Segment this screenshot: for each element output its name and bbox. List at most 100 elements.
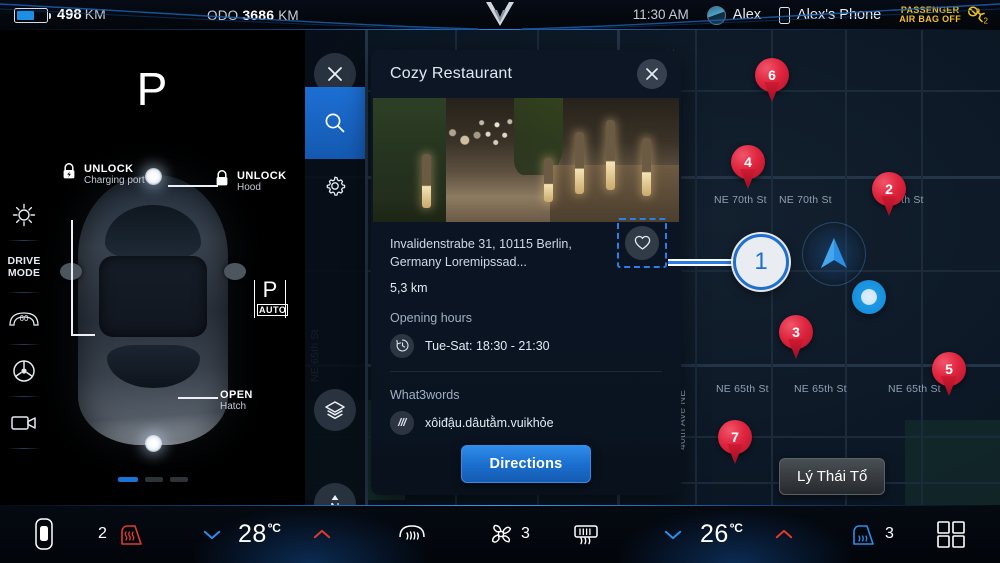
map-pin[interactable]: 6 bbox=[755, 58, 789, 103]
rear-defrost-button[interactable] bbox=[396, 521, 428, 547]
car-icon bbox=[35, 518, 53, 550]
right-temp-value: 26 bbox=[700, 519, 729, 548]
fan-speed-value: 3 bbox=[521, 525, 530, 542]
camera-icon bbox=[11, 416, 36, 430]
place-detail-card: Cozy Restaurant Invalidenstrabe 31, 1011… bbox=[371, 50, 681, 495]
page-dot-3[interactable] bbox=[169, 477, 188, 482]
climate-bar: 2 28ºC 3 26ºC 3 bbox=[0, 505, 1000, 563]
close-icon bbox=[646, 68, 658, 80]
map-pin[interactable]: 3 bbox=[779, 315, 813, 360]
fan-speed-button[interactable]: 3 bbox=[487, 521, 530, 547]
rear-light-indicator bbox=[144, 435, 162, 452]
clock-history-icon-wrap bbox=[390, 333, 414, 358]
odo-label: ODO bbox=[207, 8, 239, 23]
right-temperature[interactable]: 26ºC bbox=[700, 520, 743, 549]
seat-vent-icon bbox=[853, 525, 874, 545]
nav-settings-button[interactable] bbox=[314, 165, 356, 207]
map-pin[interactable]: 2 bbox=[872, 172, 906, 217]
opening-hours-label: Opening hours bbox=[390, 310, 473, 325]
status-hatch: OPEN Hatch bbox=[220, 389, 253, 413]
charging-port-label: Charging port bbox=[84, 175, 145, 187]
speed-limit-value: 60 bbox=[20, 314, 29, 323]
w3w-value: xôiđậu.dâutằm.vuikhỏe bbox=[425, 415, 554, 430]
clock-history-icon bbox=[395, 339, 409, 352]
airbag-off-icon: 2 bbox=[967, 6, 989, 25]
destination-marker[interactable] bbox=[852, 280, 886, 314]
street-label: NE 70th St bbox=[714, 194, 767, 206]
map-pin[interactable]: 7 bbox=[718, 420, 752, 465]
chevron-down-icon bbox=[664, 530, 682, 539]
search-icon bbox=[325, 113, 345, 133]
vehicle-function-rail: DRIVE MODE 60 bbox=[0, 30, 48, 505]
status-hood: UNLOCK Hood bbox=[215, 170, 286, 194]
park-auto-badge: P AUTO bbox=[254, 279, 289, 318]
avatar bbox=[706, 5, 726, 25]
directions-button[interactable]: Directions bbox=[460, 445, 592, 483]
odometer: ODO 3686 KM bbox=[207, 7, 299, 23]
clock-time: 11:30 bbox=[632, 7, 666, 22]
charging-port-state: UNLOCK bbox=[84, 163, 134, 175]
rail-item-speed-limit[interactable]: 60 bbox=[0, 294, 48, 345]
drive-mode-label: DRIVE MODE bbox=[7, 255, 41, 279]
right-temp-up-button[interactable] bbox=[775, 529, 793, 540]
passenger-seat-vent-button[interactable]: 3 bbox=[845, 520, 894, 548]
page-dot-2[interactable] bbox=[144, 477, 163, 482]
user-profile[interactable]: Alex bbox=[706, 5, 761, 25]
odo-value: 3686 bbox=[242, 7, 275, 23]
rail-item-camera[interactable] bbox=[0, 398, 48, 449]
left-temp-down-button[interactable] bbox=[203, 529, 221, 540]
airbag-line2: AIR BAG OFF bbox=[899, 14, 961, 24]
left-temp-unit: ºC bbox=[267, 521, 281, 536]
card-header: Cozy Restaurant bbox=[371, 50, 681, 98]
speed-limit-icon: 60 bbox=[9, 312, 39, 326]
card-close-button[interactable] bbox=[637, 59, 667, 89]
front-defrost-button[interactable] bbox=[570, 521, 602, 547]
street-label: NE 65th St bbox=[794, 383, 847, 395]
mirror-right-icon bbox=[224, 263, 246, 280]
range-value: 498 bbox=[57, 7, 82, 23]
nav-layers-button[interactable] bbox=[314, 389, 356, 431]
range-unit: KM bbox=[84, 6, 106, 22]
favorite-button[interactable] bbox=[625, 226, 659, 260]
map-road bbox=[365, 30, 368, 505]
vehicle-position-marker bbox=[802, 222, 866, 286]
chevron-down-icon bbox=[203, 530, 221, 539]
leader-line-charging bbox=[71, 220, 73, 335]
infotainment-screen: 498 KM ODO 3686 KM 11:30 AM Alex Alex's Ph… bbox=[0, 0, 1000, 563]
left-temperature[interactable]: 28ºC bbox=[238, 520, 281, 549]
steering-wheel-icon bbox=[13, 360, 35, 382]
leader-line-hatch bbox=[178, 397, 218, 399]
apps-button[interactable] bbox=[935, 519, 967, 549]
map-pin[interactable]: 4 bbox=[731, 145, 765, 190]
street-label: NE 70th St bbox=[779, 194, 832, 206]
callout-connector bbox=[668, 259, 734, 266]
map-park-area bbox=[905, 420, 1000, 505]
heart-icon bbox=[634, 235, 650, 250]
map-tool-rail: N bbox=[305, 30, 365, 525]
right-temp-down-button[interactable] bbox=[664, 529, 682, 540]
place-distance: 5,3 km bbox=[390, 280, 428, 295]
place-address: Invalidenstrabe 31, 10115 Berlin, German… bbox=[390, 237, 572, 269]
card-body: Invalidenstrabe 31, 10115 Berlin, German… bbox=[371, 218, 681, 435]
rail-item-brightness[interactable] bbox=[0, 190, 48, 241]
rail-item-steering[interactable] bbox=[0, 346, 48, 397]
gear-icon bbox=[326, 176, 346, 196]
map-place-chip[interactable]: Lý Thái Tổ bbox=[779, 458, 886, 495]
range-indicator: 498 KM bbox=[0, 6, 106, 24]
rail-item-drive-mode[interactable]: DRIVE MODE bbox=[0, 242, 48, 293]
layers-icon bbox=[325, 401, 345, 420]
driver-seat-heat-button[interactable]: 2 bbox=[98, 520, 147, 548]
car-status-button[interactable] bbox=[33, 517, 55, 551]
phone-connection[interactable]: Alex's Phone bbox=[779, 6, 881, 24]
odo-unit: KM bbox=[278, 8, 299, 23]
place-photo bbox=[373, 98, 679, 222]
street-label: NE 65th St bbox=[716, 383, 769, 395]
map-pin[interactable]: 5 bbox=[932, 352, 966, 397]
fan-icon bbox=[491, 524, 512, 543]
page-dot-1[interactable] bbox=[117, 477, 138, 482]
lock-icon bbox=[216, 170, 228, 186]
left-temp-up-button[interactable] bbox=[313, 529, 331, 540]
w3w-row[interactable]: /// xôiđậu.dâutằm.vuikhỏe bbox=[390, 410, 662, 435]
nav-search-button[interactable] bbox=[305, 87, 365, 159]
w3w-label: What3words bbox=[390, 387, 460, 402]
